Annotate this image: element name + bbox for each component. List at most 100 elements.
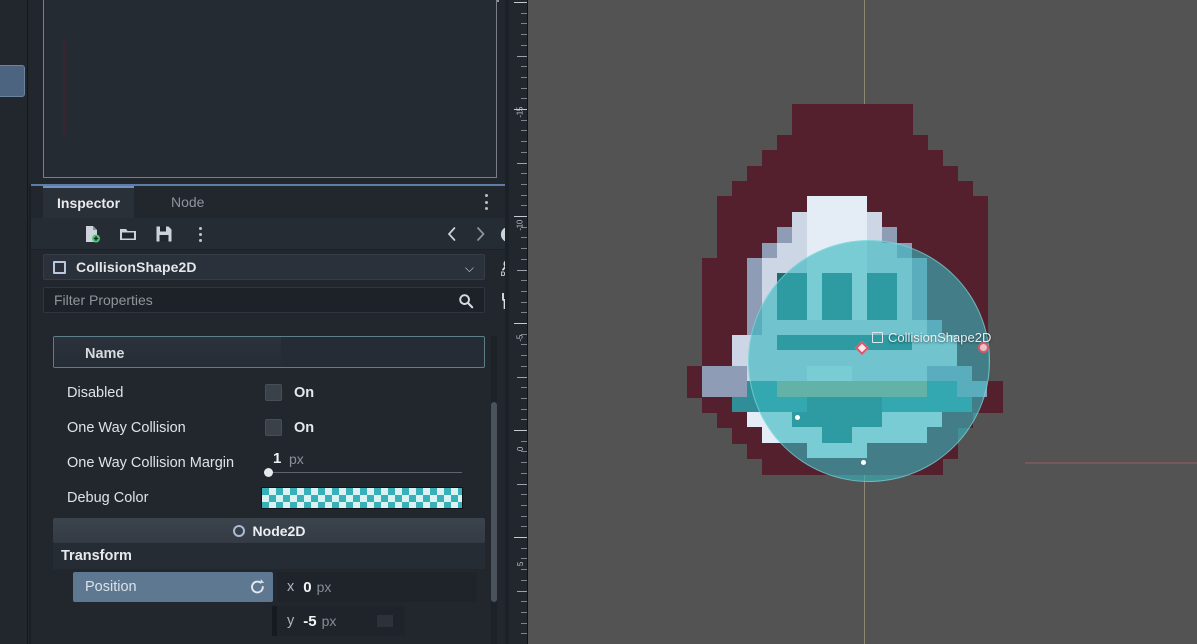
ruler-tick	[517, 483, 527, 485]
sprite-pixel	[747, 211, 763, 229]
canvas-2d-viewport[interactable]: -15 -10 -5 0 5 CollisionShape2D	[505, 0, 1197, 644]
position-y-row[interactable]: y -5 px	[43, 606, 495, 641]
sprite-pixel	[792, 134, 808, 152]
position-y-value: -5	[303, 612, 317, 630]
one-way-collision-margin-row[interactable]: One Way Collision Margin 1 px	[43, 445, 495, 480]
scene-tree-content[interactable]	[43, 0, 497, 178]
one-way-collision-row[interactable]: One Way Collision On	[43, 410, 495, 445]
revert-icon[interactable]	[249, 578, 266, 600]
sprite-pixel	[882, 134, 898, 152]
slider-knob[interactable]	[264, 467, 273, 477]
one-way-collision-checkbox[interactable]	[265, 419, 282, 436]
position-label-box[interactable]: Position	[73, 572, 273, 602]
sprite-pixel	[987, 396, 1003, 413]
sprite-pixel	[807, 150, 823, 167]
sprite-pixel	[702, 396, 718, 413]
chevron-down-icon[interactable]: ⌵	[465, 261, 474, 276]
sprite-pixel	[687, 381, 703, 398]
ruler-tick	[517, 376, 527, 378]
sprite-pixel	[762, 258, 778, 275]
sprite-pixel	[807, 211, 823, 229]
one-way-collision-value: On	[294, 419, 315, 436]
position-x-field[interactable]: x 0 px	[277, 572, 477, 602]
sprite-pixel	[807, 227, 823, 244]
sprite-pixel	[957, 242, 973, 259]
ruler-tick	[521, 119, 527, 121]
disabled-checkbox[interactable]	[265, 384, 282, 401]
sprite-pixel	[792, 119, 808, 136]
sprite-pixel	[747, 181, 763, 198]
category-node2d[interactable]: Node2D	[53, 518, 485, 543]
kebab-menu-icon[interactable]	[479, 193, 493, 211]
debug-color-row[interactable]: Debug Color	[43, 480, 495, 515]
horizontal-red-guide	[1025, 462, 1197, 464]
position-y-spinner[interactable]	[377, 615, 393, 627]
one-way-collision-margin-label: One Way Collision Margin	[67, 454, 235, 471]
tab-node-label: Node	[171, 194, 205, 210]
one-way-collision-margin-slider[interactable]: 1 px	[261, 446, 462, 480]
search-icon[interactable]	[458, 293, 474, 314]
sprite-pixel	[957, 211, 973, 229]
ruler-tick	[521, 344, 527, 346]
selected-node-name: CollisionShape2D	[76, 259, 197, 275]
sprite-pixel	[732, 304, 748, 321]
sprite-pixel	[687, 365, 703, 383]
sprite-pixel	[927, 150, 943, 167]
ruler-tick	[521, 248, 527, 250]
sprite-pixel	[912, 181, 928, 198]
position-x-unit: px	[316, 579, 332, 595]
ruler-tick	[514, 216, 527, 217]
group-transform[interactable]: Transform	[53, 543, 485, 569]
sprite-pixel	[927, 211, 943, 229]
sprite-pixel	[762, 181, 778, 198]
sprite-pixel	[702, 258, 718, 275]
sprite-pixel	[867, 119, 883, 136]
collision-shape-circle[interactable]	[748, 240, 990, 482]
kebab-menu-icon[interactable]	[189, 223, 211, 245]
name-field[interactable]: Name	[53, 336, 485, 368]
tab-inspector[interactable]: Inspector	[43, 186, 135, 218]
save-icon[interactable]	[153, 223, 175, 245]
sprite-pixel	[852, 134, 868, 152]
collisionshape2d-icon	[53, 260, 66, 274]
sprite-pixel	[747, 196, 763, 213]
name-row[interactable]: Name	[43, 334, 495, 372]
sprite-pixel	[912, 134, 928, 152]
open-folder-icon[interactable]	[117, 223, 139, 245]
sprite-pixel	[717, 396, 733, 413]
node-selector[interactable]: CollisionShape2D ⌵	[43, 254, 485, 280]
dock-tab-button[interactable]	[0, 65, 25, 97]
sprite-pixel	[852, 211, 868, 229]
sprite-pixel	[762, 211, 778, 229]
chevron-right-icon[interactable]	[469, 223, 491, 245]
sprite-pixel	[717, 350, 733, 367]
ruler-tick	[521, 141, 527, 143]
ruler-tick	[521, 280, 527, 282]
sprite-pixel	[822, 119, 838, 136]
sprite-pixel	[822, 150, 838, 167]
sprite-pixel	[807, 134, 823, 152]
chevron-left-icon[interactable]	[441, 223, 463, 245]
sprite-pixel	[792, 165, 808, 182]
position-row[interactable]: Position x 0 px	[43, 572, 495, 606]
disabled-row[interactable]: Disabled On	[43, 375, 495, 410]
slider-track[interactable]	[267, 471, 462, 473]
disabled-label: Disabled	[67, 384, 124, 401]
search-input[interactable]: Filter Properties	[43, 287, 485, 313]
sprite-pixel	[717, 211, 733, 229]
tab-node[interactable]: Node	[157, 186, 218, 218]
resize-handle[interactable]	[978, 342, 989, 353]
inspector-dock: Inspector Node CollisionShape2D ⌵ Filter…	[29, 184, 516, 644]
ruler-tick	[521, 76, 527, 78]
sprite-pixel	[822, 181, 838, 198]
new-resource-icon[interactable]	[81, 223, 103, 245]
sprite-pixel	[732, 227, 748, 244]
debug-color-swatch[interactable]	[261, 486, 463, 509]
sprite-pixel	[747, 242, 763, 259]
sprite-pixel	[897, 165, 913, 182]
sprite-pixel	[792, 211, 808, 229]
sprite-pixel	[897, 119, 913, 136]
position-x-letter: x	[287, 579, 295, 595]
vertical-scrollbar[interactable]	[491, 402, 497, 602]
ruler-tick	[521, 622, 527, 624]
